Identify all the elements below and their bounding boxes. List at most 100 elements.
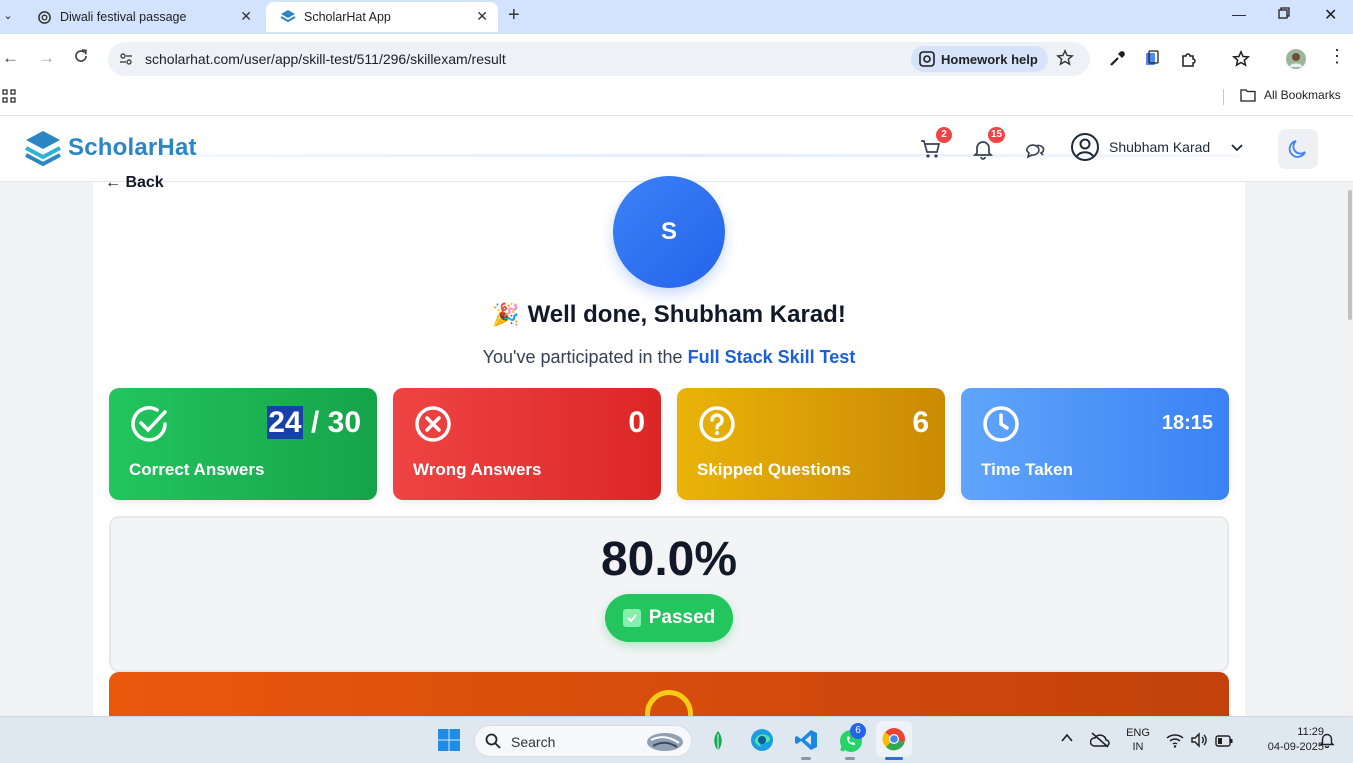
user-initial-avatar: S [613,176,725,288]
region-code: IN [1132,741,1144,753]
address-bar[interactable]: scholarhat.com/user/app/skill-test/511/2… [108,42,1090,76]
greeting-heading: 🎉 Well done, Shubham Karad! [93,301,1245,329]
wifi-icon[interactable] [1166,732,1184,753]
search-icon [485,733,501,754]
search-highlight-icon [645,731,685,758]
certificate-section [109,672,1229,716]
profile-avatar-icon[interactable] [1285,48,1307,75]
skipped-count: 6 [912,406,929,439]
bell-icon[interactable] [972,138,994,165]
chrome-active-indicator [885,757,903,760]
close-tab-icon[interactable]: ✕ [476,8,488,25]
openai-icon [36,9,52,25]
x-circle-icon [413,404,453,449]
notification-count-badge: 15 [988,127,1006,143]
forward-arrow-icon[interactable]: → [38,48,55,68]
test-name-link[interactable]: Full Stack Skill Test [688,347,856,367]
cart-count-badge: 2 [936,127,952,143]
vscode-icon[interactable] [794,728,818,757]
reading-list-star-icon[interactable] [1231,49,1251,73]
folder-icon [1240,89,1256,102]
chat-bubbles-icon[interactable] [1024,138,1046,165]
time-label: Time Taken [981,460,1073,479]
volume-icon[interactable] [1190,732,1208,753]
extensions-puzzle-icon[interactable] [1180,50,1198,73]
windows-start-icon[interactable] [437,728,461,757]
show-hidden-icons-chevron[interactable] [1060,731,1074,750]
whatsapp-running-indicator [845,757,855,760]
user-name: Shubham Karad [1109,139,1211,155]
chrome-taskbar-button[interactable] [876,721,912,757]
award-ring-icon [645,690,693,716]
party-popper-icon: 🎉 [492,302,520,327]
taskbar-search[interactable]: Search [474,725,692,757]
close-tab-icon[interactable]: ✕ [240,8,252,25]
chrome-icon [882,728,905,751]
url-text[interactable]: scholarhat.com/user/app/skill-test/511/2… [145,51,506,67]
clock[interactable]: 11:29 04-09-2025 [1244,726,1324,753]
time-value: 18:15 [1161,412,1213,434]
close-window-icon[interactable]: ✕ [1324,5,1337,25]
onedrive-offline-icon[interactable] [1089,731,1110,754]
theme-toggle-button[interactable] [1278,129,1318,169]
more-menu-icon[interactable]: ⋮ [1328,46,1346,67]
homework-help-label: Homework help [941,51,1038,67]
restore-icon[interactable] [1278,6,1290,22]
score-summary: 80.0% Passed [109,516,1229,672]
lens-icon [919,51,935,67]
participation-prefix: You've participated in the [482,347,683,367]
user-menu[interactable]: Shubham Karad [1070,132,1244,162]
chevron-down-icon [1231,144,1243,152]
back-link[interactable]: ← Back [105,174,164,192]
new-tab-icon[interactable]: + [508,4,520,27]
passed-badge: Passed [605,594,733,642]
language-indicator[interactable]: ENG IN [1122,727,1154,753]
correct-answers-card: 24 / 30 Correct Answers [109,388,377,500]
cart-icon[interactable] [920,138,942,165]
participation-text: You've participated in the Full Stack Sk… [93,347,1245,368]
whatsapp-unread-badge: 6 [850,723,866,739]
scholarhat-logo[interactable]: ScholarHat [24,129,197,167]
search-placeholder: Search [511,734,556,750]
address-bar-row: ← → scholarhat.com/user/app/skill-test/5… [0,34,1353,84]
skipped-questions-card: 6 Skipped Questions [677,388,945,500]
reload-icon[interactable] [73,48,89,69]
mongodb-compass-icon[interactable] [710,730,726,757]
all-bookmarks-button[interactable]: All Bookmarks [1240,88,1341,102]
language-code: ENG [1126,727,1150,739]
eyedropper-icon[interactable] [1108,50,1126,73]
edge-browser-icon[interactable] [750,728,774,757]
notification-bell-icon[interactable] [1319,732,1335,753]
bookmarks-bar: All Bookmarks [0,84,1353,116]
question-circle-icon [697,404,737,449]
moon-icon [1288,140,1306,158]
skipped-label: Skipped Questions [697,460,851,479]
minimize-icon[interactable]: — [1232,6,1246,22]
correct-total: / 30 [302,406,361,439]
clock-date: 04-09-2025 [1267,741,1324,753]
vscode-running-indicator [801,757,811,760]
tab-title: Diwali festival passage [60,10,187,24]
checkbox-icon [622,609,641,627]
clock-icon [981,404,1021,449]
bookmarks-divider [1223,89,1224,105]
back-arrow-icon[interactable]: ← [2,48,19,68]
site-info-icon[interactable] [118,51,134,72]
copy-extension-icon[interactable] [1144,50,1160,73]
correct-count: 24 / 30 [267,406,361,440]
user-avatar-icon [1071,133,1099,161]
tab-search-chevron-icon[interactable]: ⌄ [0,6,16,26]
wrong-label: Wrong Answers [413,460,542,479]
scrollbar-thumb[interactable] [1348,190,1352,320]
apps-grid-icon[interactable] [2,89,16,108]
tab-diwali[interactable]: Diwali festival passage ✕ [22,2,262,32]
tab-scholarhat[interactable]: ScholarHat App ✕ [266,2,498,32]
taskbar: Search 6 ENG IN 11:29 04-09-2025 [0,716,1353,763]
tab-strip: ⌄ Diwali festival passage ✕ ScholarHat A… [0,0,1353,34]
correct-count-selected: 24 [267,406,303,439]
greeting-text: Well done, Shubham Karad! [527,301,846,328]
bookmark-star-icon[interactable] [1056,49,1074,72]
tab-title: ScholarHat App [304,10,391,24]
battery-icon[interactable] [1215,734,1233,752]
homework-help-button[interactable]: Homework help [911,46,1048,72]
